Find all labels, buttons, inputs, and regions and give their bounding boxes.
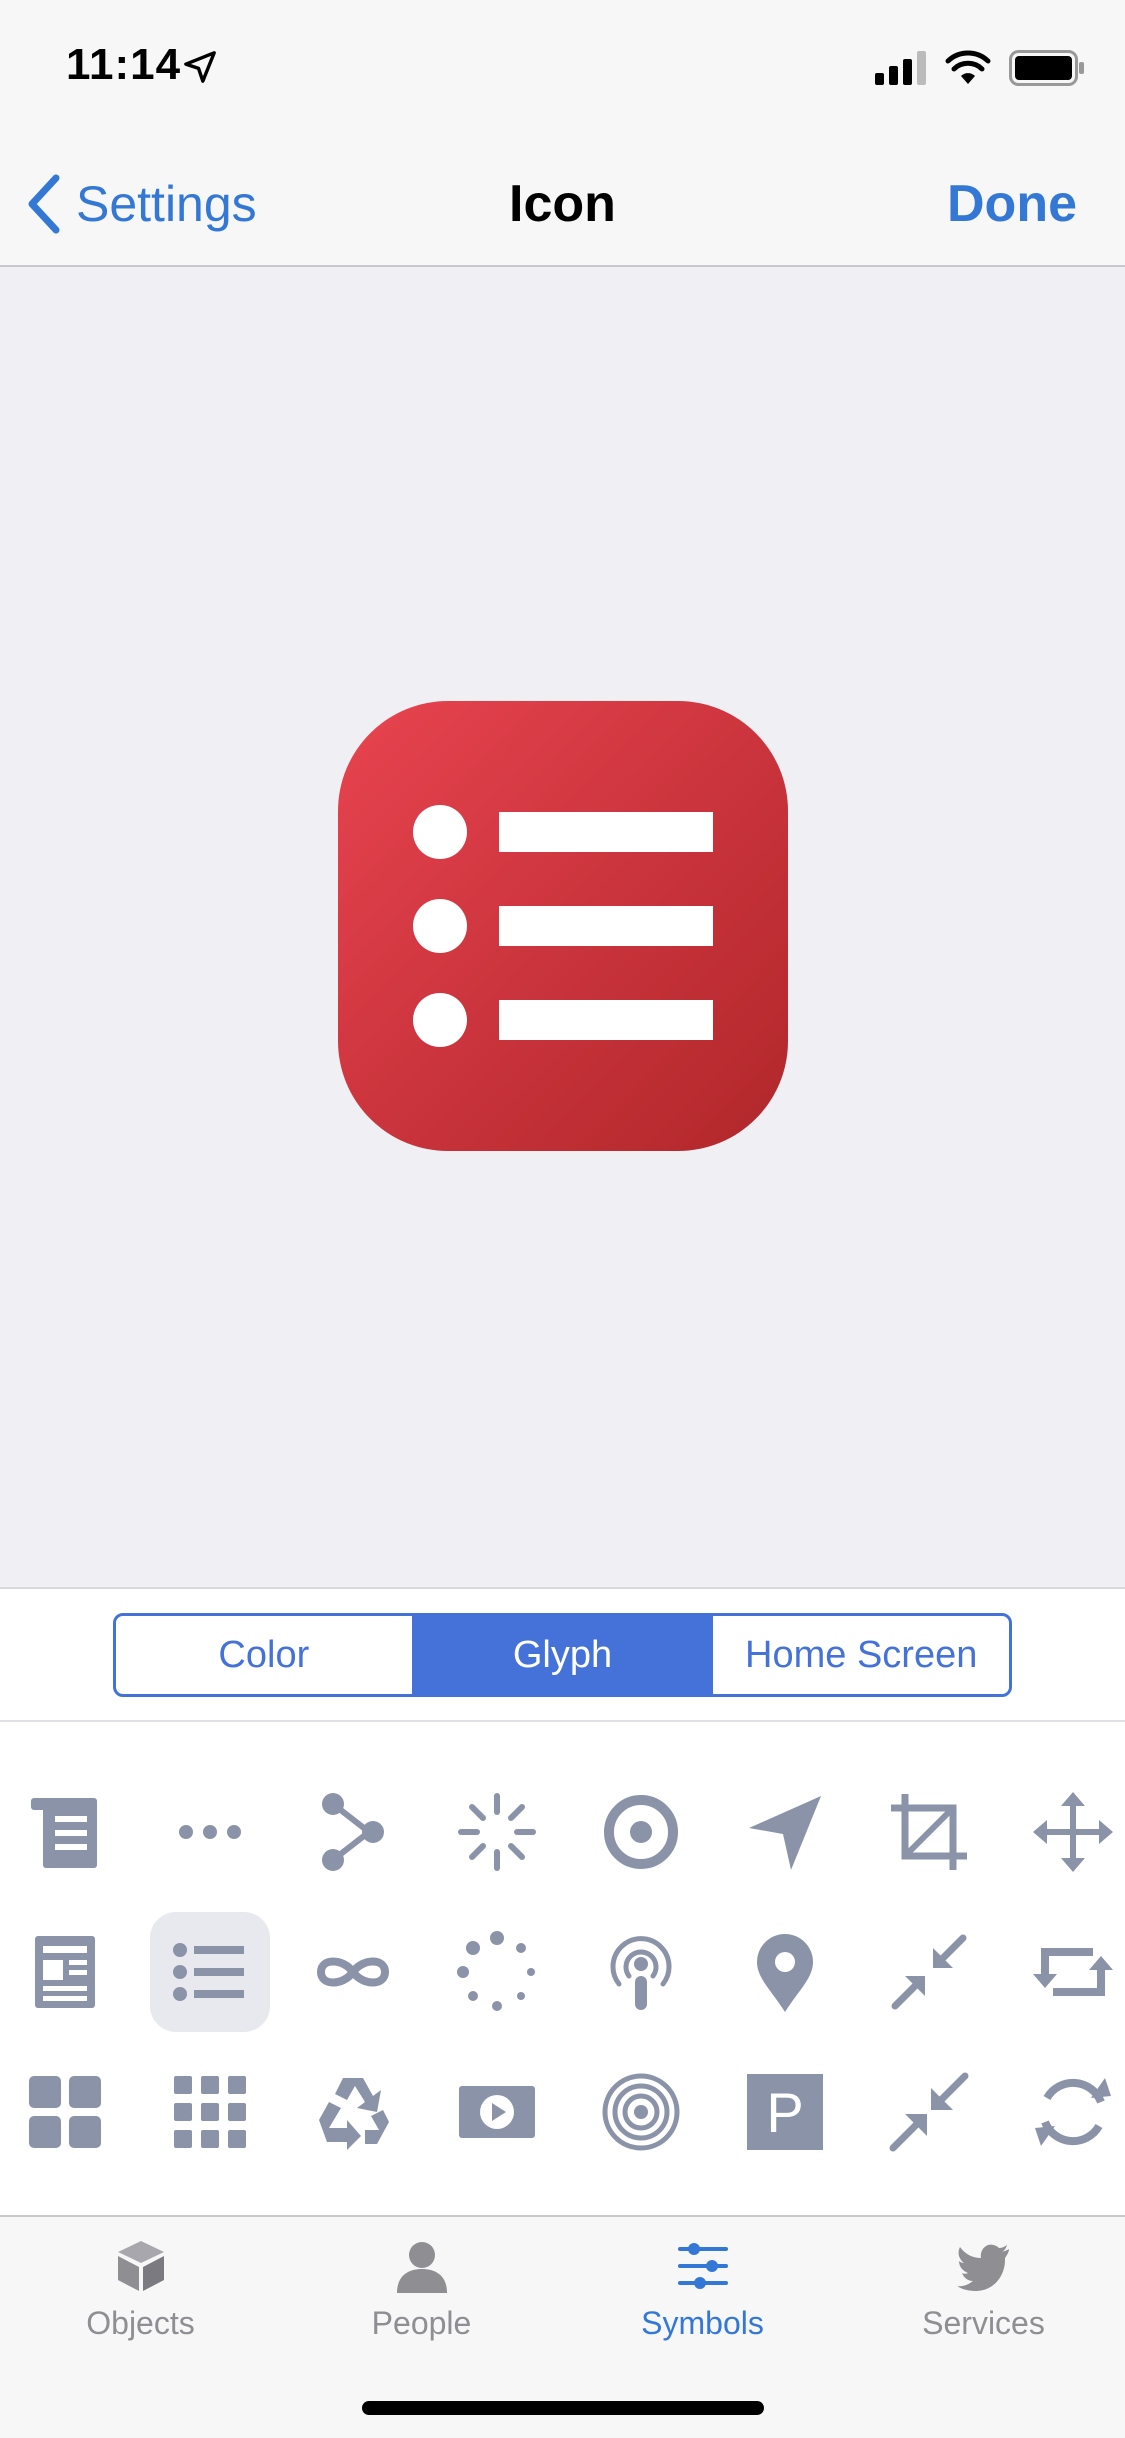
glyph-move-arrows[interactable] [1013, 1772, 1125, 1892]
glyph-loading-spinner[interactable] [437, 1772, 557, 1892]
tab-services-label: Services [922, 2305, 1045, 2341]
status-bar: 11:14 [0, 0, 1125, 140]
grid-small-icon [174, 2076, 246, 2148]
glyph-grid: P [0, 1722, 1125, 2217]
person-icon [396, 2242, 447, 2293]
navigation-bar: Settings Icon Done [0, 140, 1125, 267]
home-indicator [362, 2401, 764, 2415]
segment-home-screen[interactable]: Home Screen [713, 1616, 1009, 1694]
segmented-control: Color Glyph Home Screen [113, 1613, 1012, 1697]
ellipsis-icon [179, 1825, 241, 1839]
glyph-target[interactable] [581, 1772, 701, 1892]
glyph-grid-small[interactable] [150, 2052, 270, 2172]
glyph-grid-large[interactable] [5, 2052, 125, 2172]
glyph-list-bullet[interactable] [150, 1912, 270, 2032]
sliders-icon [677, 2243, 728, 2289]
tab-objects-label: Objects [86, 2305, 195, 2341]
glyph-scroll-document[interactable] [5, 1772, 125, 1892]
app-icon-preview [338, 701, 788, 1151]
glyph-map-pin[interactable] [725, 1912, 845, 2032]
tab-services[interactable]: Services [843, 2237, 1124, 2367]
location-services-icon [184, 51, 216, 83]
concentric-circles-icon [602, 2073, 680, 2151]
twitter-bird-icon [956, 2244, 1009, 2291]
glyph-recycle[interactable] [293, 2052, 413, 2172]
glyph-compress-arrows[interactable] [869, 1912, 989, 2032]
newspaper-icon [35, 1936, 95, 2008]
glyph-podcast[interactable] [581, 1912, 701, 2032]
list-bullet-icon [413, 805, 713, 1047]
glyph-crop[interactable] [869, 1772, 989, 1892]
done-button[interactable]: Done [947, 164, 1077, 244]
glyph-infinity[interactable] [293, 1912, 413, 2032]
glyph-newspaper[interactable] [5, 1912, 125, 2032]
tab-bar: Objects People Symbols Services [0, 2215, 1125, 2438]
cube-icon [117, 2241, 164, 2291]
icon-preview-area [0, 267, 1125, 1587]
icon-options-panel: Color Glyph Home Screen P [0, 1587, 1125, 2217]
glyph-video-play[interactable] [437, 2052, 557, 2172]
status-indicators [875, 48, 1085, 88]
glyph-ellipsis[interactable] [150, 1772, 270, 1892]
list-bullet-icon [173, 1943, 244, 2001]
collapse-arrows-icon [889, 2072, 969, 2152]
segment-glyph[interactable]: Glyph [414, 1616, 714, 1694]
wifi-icon [945, 50, 991, 84]
grid-large-icon [29, 2076, 101, 2148]
glyph-share-nodes[interactable] [293, 1772, 413, 1892]
infinity-icon [316, 1957, 390, 1987]
share-nodes-icon [322, 1793, 384, 1871]
tab-people[interactable]: People [281, 2237, 562, 2367]
tab-symbols-label: Symbols [641, 2305, 764, 2341]
glyph-concentric-circles[interactable] [581, 2052, 701, 2172]
target-icon [604, 1795, 678, 1869]
location-arrow-icon [749, 1796, 821, 1870]
scroll-document-icon [31, 1798, 97, 1868]
parking-icon: P [747, 2074, 823, 2150]
parking-letter: P [766, 2081, 803, 2144]
segment-color[interactable]: Color [116, 1616, 415, 1694]
glyph-dotted-circle[interactable] [437, 1912, 557, 2032]
video-play-icon [459, 2086, 535, 2138]
retweet-icon [1033, 1948, 1113, 1996]
glyph-refresh[interactable] [1013, 2052, 1125, 2172]
compress-arrows-icon [891, 1934, 967, 2010]
glyph-location-arrow[interactable] [725, 1772, 845, 1892]
dotted-circle-icon [457, 1931, 535, 2011]
status-time: 11:14 [66, 40, 182, 89]
crop-icon [891, 1794, 967, 1870]
tab-symbols[interactable]: Symbols [562, 2237, 843, 2367]
glyph-parking[interactable]: P [725, 2052, 845, 2172]
glyph-retweet[interactable] [1013, 1912, 1125, 2032]
glyph-collapse-arrows[interactable] [869, 2052, 989, 2172]
map-pin-icon [757, 1934, 813, 2012]
tab-objects[interactable]: Objects [0, 2237, 281, 2367]
tab-people-label: People [371, 2305, 472, 2341]
loading-spinner-icon [458, 1793, 536, 1871]
cellular-signal-icon [875, 51, 926, 85]
battery-icon [1009, 50, 1084, 86]
move-arrows-icon [1033, 1792, 1113, 1872]
refresh-icon [1035, 2078, 1111, 2146]
podcast-icon [610, 1936, 672, 2010]
recycle-icon [319, 2078, 389, 2150]
